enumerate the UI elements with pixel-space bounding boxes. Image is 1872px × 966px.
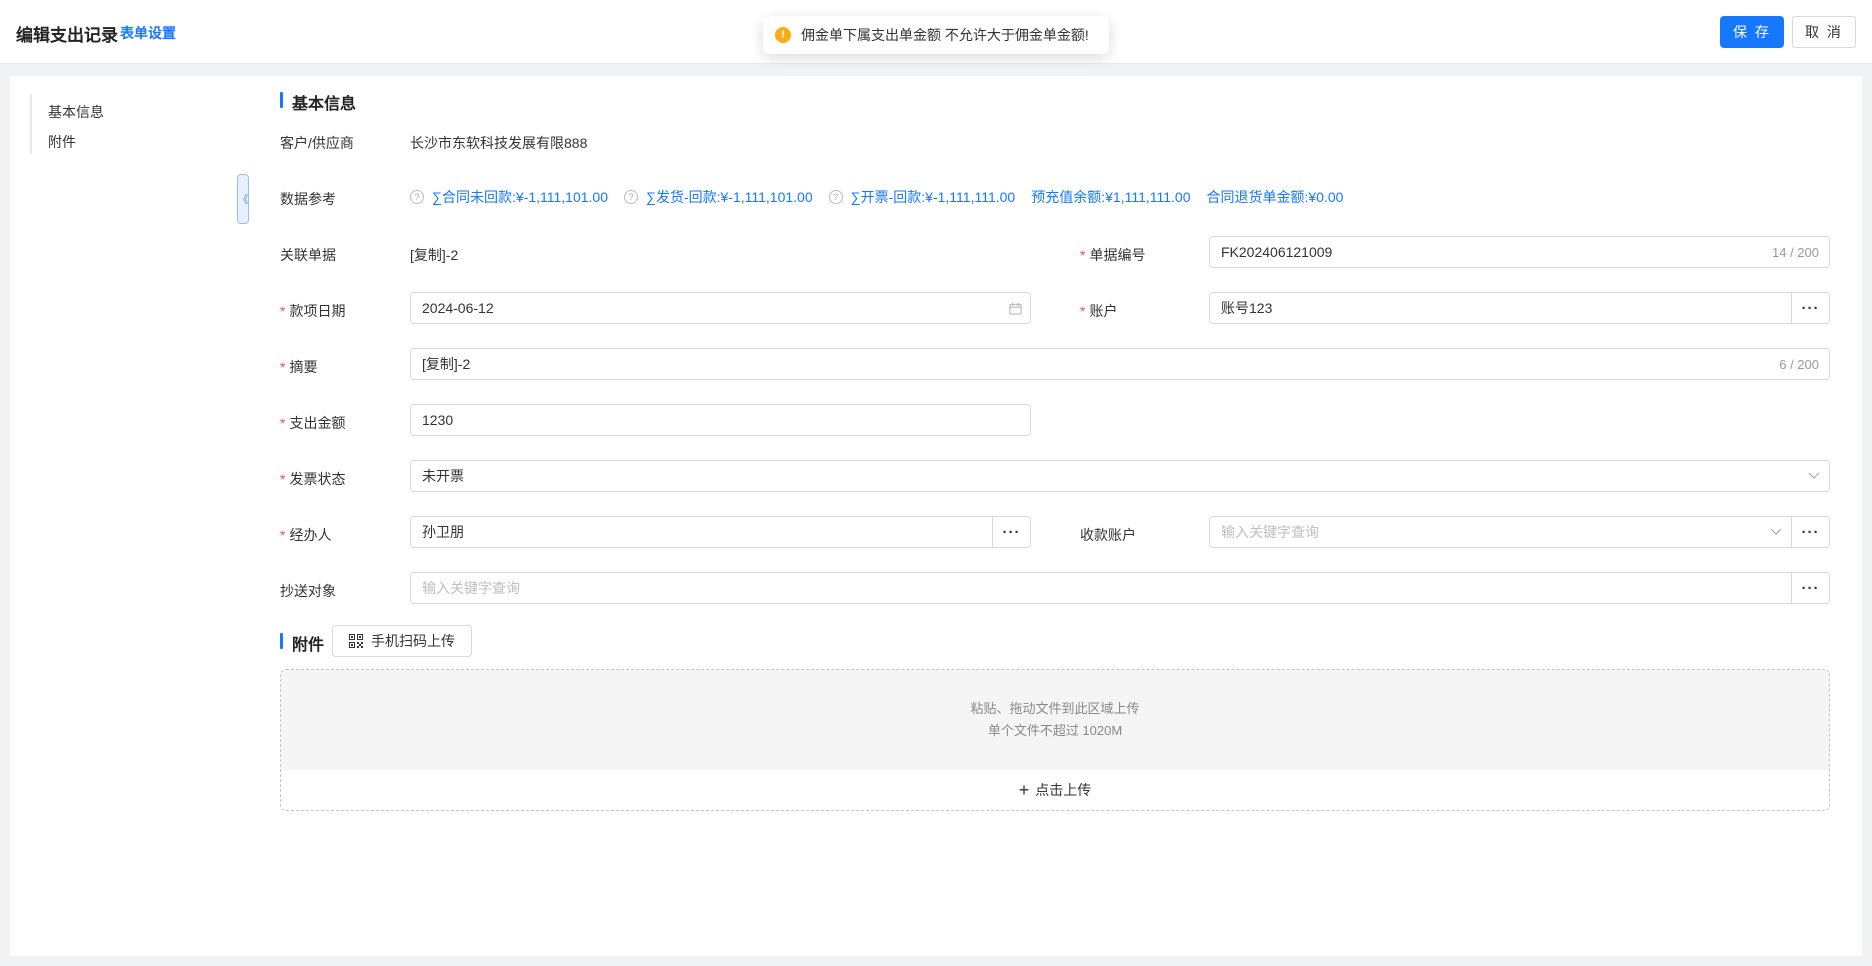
size-limit-hint: 单个文件不超过 1020M [987,723,1123,738]
sidebar-item-basic-info[interactable]: 基本信息 [48,102,104,122]
date-picker[interactable]: 2024-06-12 [410,292,1031,324]
invoice-status-select[interactable]: 未开票 [410,460,1830,492]
form-settings-link[interactable]: 表单设置 [120,23,176,43]
more-icon[interactable]: ··· [1791,293,1829,323]
help-icon[interactable]: ? [828,190,843,204]
cancel-button[interactable]: 取 消 [1792,16,1856,48]
collapse-icon[interactable]: 《 [237,174,249,224]
more-icon[interactable]: ··· [1791,517,1829,547]
anchor-sidebar: 基本信息 附件 [10,76,248,956]
chevron-down-icon [1761,528,1791,536]
ref-contract-unpaid[interactable]: ∑合同未回款:¥-1,111,101.00 [432,187,608,207]
ref-invoiced-paid[interactable]: ∑开票-回款:¥-1,111,111.00 [851,187,1016,207]
save-button[interactable]: 保 存 [1720,16,1784,48]
doc-no-count: 14 / 200 [1772,244,1819,260]
anchor-line [30,94,32,154]
help-icon[interactable]: ? [623,190,638,204]
sidebar-item-attachments[interactable]: 附件 [48,132,76,152]
form-main: 基本信息 客户/供应商 长沙市东软科技发展有限888 数据参考 ? ∑合同未回款… [248,76,1862,956]
warning-icon: ! [775,27,791,43]
page-title: 编辑支出记录 [16,26,118,45]
toast-message: 佣金单下属支出单金额 不允许大于佣金单金额! [801,27,1089,43]
data-ref-row: ? ∑合同未回款:¥-1,111,101.00 ? ∑发货-回款:¥-1,111… [410,187,1359,207]
help-icon[interactable]: ? [410,190,424,204]
amount-input[interactable]: 1230 [410,404,1031,436]
amount-label: * 支出金额 [280,415,346,431]
ref-prepaid-balance[interactable]: 预充值余额:¥1,111,111.00 [1031,187,1190,207]
warning-toast: ! 佣金单下属支出单金额 不允许大于佣金单金额! [763,16,1109,54]
more-icon[interactable]: ··· [992,517,1030,547]
cc-label: 抄送对象 [280,583,336,599]
handler-select[interactable]: 孙卫朋 ··· [410,516,1031,548]
date-label: * 款项日期 [280,303,346,319]
plus-icon: + [1018,780,1030,800]
click-upload-button[interactable]: + 点击上传 [281,770,1829,810]
doc-no-input[interactable]: FK202406121009 14 / 200 [1209,236,1830,268]
payee-account-label: 收款账户 [1080,527,1136,543]
handler-label: * 经办人 [280,527,332,543]
ref-return-amount[interactable]: 合同退货单金额:¥0.00 [1206,187,1343,207]
invoice-status-label: * 发票状态 [280,471,346,487]
doc-no-label: * 单据编号 [1080,247,1146,263]
calendar-icon [1000,302,1030,315]
related-doc-label: 关联单据 [280,247,336,263]
drop-hint: 粘贴、拖动文件到此区域上传 [970,701,1140,716]
summary-input[interactable]: [复制]-2 6 / 200 [410,348,1830,380]
section-title-attachments: 附件 [280,631,324,655]
account-label: * 账户 [1080,303,1118,319]
drop-zone[interactable]: 粘贴、拖动文件到此区域上传 单个文件不超过 1020M [281,670,1829,770]
section-title-basic: 基本信息 [280,90,356,114]
data-ref-label: 数据参考 [280,191,336,207]
customer-label: 客户/供应商 [280,135,354,151]
cc-select[interactable]: 输入关键字查询 ··· [410,572,1830,604]
upload-area[interactable]: 粘贴、拖动文件到此区域上传 单个文件不超过 1020M + 点击上传 [280,669,1830,811]
chevron-down-icon [1799,472,1829,480]
more-icon[interactable]: ··· [1791,573,1829,603]
summary-count: 6 / 200 [1779,356,1819,372]
qrcode-icon [349,634,363,648]
payee-account-select[interactable]: 输入关键字查询 ··· [1209,516,1830,548]
summary-label: * 摘要 [280,359,318,375]
ref-shipped-paid[interactable]: ∑发货-回款:¥-1,111,101.00 [646,187,813,207]
qr-upload-button[interactable]: 手机扫码上传 [332,625,472,657]
related-doc-value[interactable]: [复制]-2 [410,245,458,265]
account-select[interactable]: 账号123 ··· [1209,292,1830,324]
customer-value: 长沙市东软科技发展有限888 [410,135,588,151]
